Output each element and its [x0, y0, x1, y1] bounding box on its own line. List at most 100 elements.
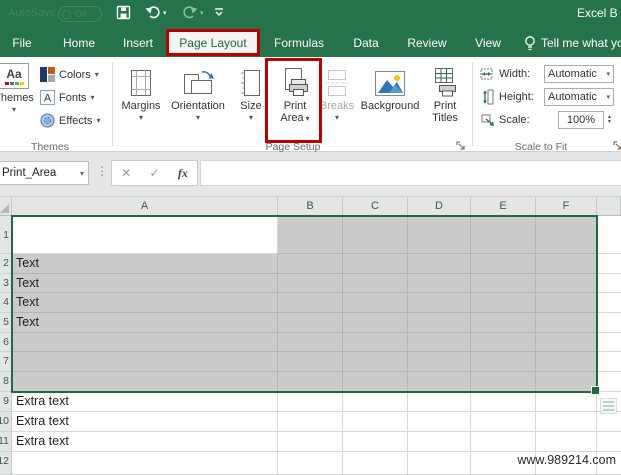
row-header-2[interactable]: 2 [0, 254, 12, 274]
cell-E2[interactable] [471, 254, 536, 274]
cell-G10[interactable] [597, 411, 621, 432]
print-titles-button[interactable]: Print Titles [421, 61, 469, 145]
cell-C8[interactable] [343, 372, 408, 392]
fonts-button[interactable]: A Fonts ▾ [40, 90, 95, 105]
cell-A3[interactable]: Text [12, 273, 278, 294]
formula-bar-splitter[interactable]: ⋮ [96, 164, 108, 178]
cell-C12[interactable] [343, 451, 408, 475]
cell-D8[interactable] [408, 372, 471, 392]
cell-G1[interactable] [597, 216, 621, 254]
cell-F2[interactable] [536, 254, 597, 274]
row-header-10[interactable]: 10 [0, 411, 12, 432]
column-header-E[interactable]: E [471, 197, 536, 216]
cell-G3[interactable] [597, 273, 621, 294]
row-header-12[interactable]: 12 [0, 451, 12, 475]
cell-B11[interactable] [278, 431, 343, 452]
cell-B5[interactable] [278, 313, 343, 333]
column-header-C[interactable]: C [343, 197, 408, 216]
cell-E3[interactable] [471, 273, 536, 294]
cell-A11[interactable]: Extra text [12, 431, 278, 452]
width-combobox[interactable]: Automatic ▾ [544, 65, 614, 83]
cell-F10[interactable] [536, 411, 597, 432]
cell-B1[interactable] [278, 216, 343, 254]
cell-D4[interactable] [408, 293, 471, 314]
cell-E7[interactable] [471, 352, 536, 373]
cell-A8[interactable] [12, 372, 278, 392]
cell-A1[interactable] [12, 216, 278, 254]
tab-data[interactable]: Data [353, 28, 378, 57]
cell-G5[interactable] [597, 313, 621, 333]
enter-icon[interactable]: ✓ [149, 166, 159, 180]
cell-F8[interactable] [536, 372, 597, 392]
cell-E5[interactable] [471, 313, 536, 333]
cell-A7[interactable] [12, 352, 278, 373]
cell-F4[interactable] [536, 293, 597, 314]
row-header-4[interactable]: 4 [0, 293, 12, 314]
row-header-3[interactable]: 3 [0, 273, 12, 294]
formula-input[interactable] [200, 160, 621, 186]
tab-insert[interactable]: Insert [123, 28, 153, 57]
cell-A10[interactable]: Extra text [12, 411, 278, 432]
row-header-1[interactable]: 1 [0, 216, 12, 254]
cell-A2[interactable]: Text [12, 254, 278, 274]
cell-D5[interactable] [408, 313, 471, 333]
row-header-7[interactable]: 7 [0, 352, 12, 373]
cell-B9[interactable] [278, 391, 343, 412]
cancel-icon[interactable]: ✕ [121, 166, 131, 180]
cell-G8[interactable] [597, 372, 621, 392]
tab-formulas[interactable]: Formulas [274, 28, 324, 57]
scale-input[interactable]: 100% [558, 111, 604, 129]
themes-button[interactable]: Aa Themes ▾ [0, 63, 38, 114]
cell-B8[interactable] [278, 372, 343, 392]
cell-E6[interactable] [471, 332, 536, 353]
cell-A4[interactable]: Text [12, 293, 278, 314]
cell-E8[interactable] [471, 372, 536, 392]
column-header-A[interactable]: A [12, 197, 278, 216]
cell-F7[interactable] [536, 352, 597, 373]
cell-B2[interactable] [278, 254, 343, 274]
cell-C6[interactable] [343, 332, 408, 353]
cell-F11[interactable] [536, 431, 597, 452]
save-button[interactable] [116, 5, 131, 20]
row-header-9[interactable]: 9 [0, 391, 12, 412]
column-header-F[interactable]: F [536, 197, 597, 216]
scale-spinner[interactable]: ▲ ▼ [604, 111, 615, 129]
cell-C5[interactable] [343, 313, 408, 333]
cell-B6[interactable] [278, 332, 343, 353]
row-header-8[interactable]: 8 [0, 372, 12, 392]
cell-F1[interactable] [536, 216, 597, 254]
customize-qat-button[interactable] [214, 8, 224, 17]
cell-C1[interactable] [343, 216, 408, 254]
cell-E4[interactable] [471, 293, 536, 314]
cell-C7[interactable] [343, 352, 408, 373]
cell-A6[interactable] [12, 332, 278, 353]
cell-D7[interactable] [408, 352, 471, 373]
redo-button[interactable]: ▾ [182, 5, 204, 20]
effects-button[interactable]: Effects ▾ [40, 113, 100, 128]
cell-A12[interactable] [12, 451, 278, 475]
cell-C10[interactable] [343, 411, 408, 432]
cell-B10[interactable] [278, 411, 343, 432]
cell-B12[interactable] [278, 451, 343, 475]
row-header-11[interactable]: 11 [0, 431, 12, 452]
tab-file[interactable]: File [12, 28, 31, 57]
tab-page-layout[interactable]: Page Layout [166, 29, 260, 56]
cell-C11[interactable] [343, 431, 408, 452]
print-area-button[interactable]: Print Area ▾ [271, 61, 319, 145]
cell-A5[interactable]: Text [12, 313, 278, 333]
cell-E9[interactable] [471, 391, 536, 412]
cell-D1[interactable] [408, 216, 471, 254]
insert-function-icon[interactable]: fx [178, 166, 188, 181]
cell-B3[interactable] [278, 273, 343, 294]
cell-F9[interactable] [536, 391, 597, 412]
cell-G7[interactable] [597, 352, 621, 373]
autosave-toggle[interactable]: Off [58, 6, 102, 22]
column-header-B[interactable]: B [278, 197, 343, 216]
cell-C3[interactable] [343, 273, 408, 294]
breaks-button[interactable]: Breaks ▾ [316, 61, 358, 145]
cell-D9[interactable] [408, 391, 471, 412]
cell-E10[interactable] [471, 411, 536, 432]
height-combobox[interactable]: Automatic ▾ [544, 88, 614, 106]
tab-home[interactable]: Home [63, 28, 95, 57]
cell-D12[interactable] [408, 451, 471, 475]
